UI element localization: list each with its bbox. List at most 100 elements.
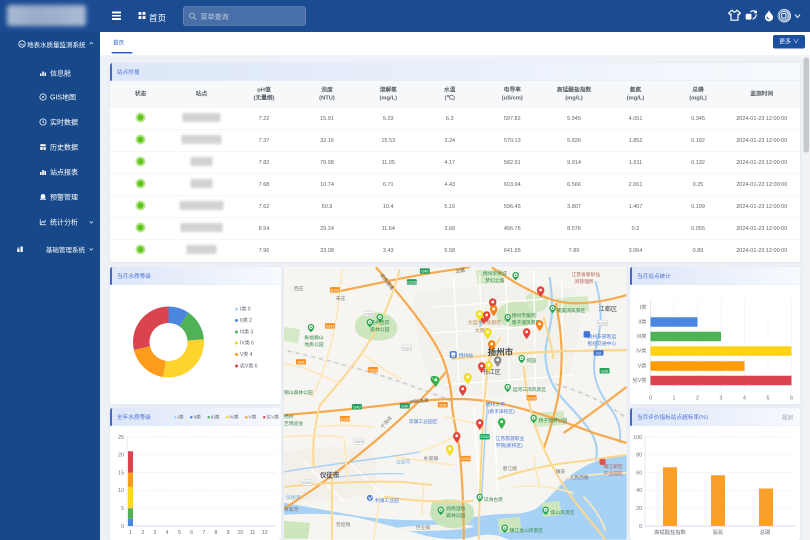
svg-text:利涌工业园: 利涌工业园 (375, 497, 399, 504)
svg-text:5: 5 (178, 530, 181, 536)
svg-text:梦幻之城: 梦幻之城 (485, 277, 504, 284)
svg-text:I类: I类 (640, 303, 647, 311)
svg-text:20: 20 (636, 506, 642, 512)
svg-text:江苏旅游职业: 江苏旅游职业 (496, 435, 525, 442)
svg-text:40: 40 (636, 488, 642, 494)
svg-text:扬州市蜀冈: 扬州市蜀冈 (512, 312, 536, 319)
svg-text:润扬湿地: 润扬湿地 (446, 505, 465, 512)
svg-text:3: 3 (720, 396, 723, 402)
svg-text:S243: S243 (527, 396, 536, 400)
svg-text:镇江新区: 镇江新区 (604, 463, 623, 470)
svg-text:1: 1 (673, 396, 676, 402)
svg-text:100: 100 (633, 435, 642, 441)
svg-text:华旗工业园区: 华旗工业园区 (409, 418, 438, 425)
svg-text:X336: X336 (364, 312, 373, 316)
svg-text:产业园区: 产业园区 (604, 470, 623, 477)
svg-text:S333: S333 (326, 324, 335, 328)
svg-text:艺博览会: 艺博览会 (284, 420, 303, 427)
svg-text:G40: G40 (421, 269, 428, 273)
svg-text:劣V类: 劣V类 (632, 376, 647, 384)
svg-text:扬州大学: 扬州大学 (486, 401, 505, 408)
svg-text:X201: X201 (402, 346, 411, 350)
svg-text:5: 5 (767, 396, 770, 402)
svg-text:邗江区: 邗江区 (483, 368, 501, 376)
svg-text:西庄: 西庄 (294, 285, 304, 292)
svg-text:III类: III类 (637, 332, 647, 340)
svg-text:江苏省紫砂仙: 江苏省紫砂仙 (572, 271, 601, 278)
svg-text:3: 3 (154, 530, 157, 536)
svg-text:11: 11 (250, 530, 256, 536)
svg-text:II类: II类 (638, 318, 647, 326)
svg-text:S28: S28 (601, 369, 608, 373)
svg-text:12: 12 (262, 530, 268, 536)
svg-text:(扬子津校区): (扬子津校区) (488, 408, 515, 415)
svg-text:S353: S353 (368, 368, 377, 372)
svg-text:扬州站: 扬州站 (459, 352, 474, 359)
svg-text:20: 20 (118, 453, 124, 459)
svg-text:S49: S49 (298, 360, 305, 364)
svg-text:镇安: 镇安 (556, 468, 566, 475)
svg-text:茱萸湾风景区: 茱萸湾风景区 (557, 307, 586, 314)
svg-text:氨氮: 氨氮 (713, 528, 724, 536)
svg-text:S352: S352 (303, 481, 312, 485)
svg-text:60: 60 (636, 471, 642, 477)
svg-text:春江路: 春江路 (503, 465, 518, 472)
svg-text:S105: S105 (331, 288, 340, 292)
svg-text:枢纽交通中心: 枢纽交通中心 (588, 340, 617, 347)
svg-text:X202: X202 (598, 321, 607, 325)
svg-text:0: 0 (121, 524, 124, 530)
svg-text:0: 0 (639, 524, 642, 530)
svg-text:扬州: 扬州 (284, 413, 294, 420)
svg-text:朱庄: 朱庄 (336, 295, 346, 302)
svg-text:运河三湾风景区: 运河三湾风景区 (513, 386, 547, 393)
svg-text:G328: G328 (407, 280, 416, 284)
svg-text:10: 10 (237, 530, 243, 536)
svg-text:镇江金山风景区: 镇江金山风景区 (510, 527, 544, 534)
svg-text:学院(新校区): 学院(新校区) (496, 442, 523, 449)
svg-text:焦山风景区: 焦山风景区 (551, 509, 575, 516)
svg-text:人民西路: 人民西路 (570, 474, 589, 481)
svg-text:2: 2 (696, 396, 699, 402)
svg-text:8: 8 (215, 530, 218, 536)
svg-text:2: 2 (141, 530, 144, 536)
svg-text:朴席镇: 朴席镇 (424, 455, 439, 462)
svg-text:6: 6 (790, 396, 793, 402)
svg-text:IV类: IV类 (636, 347, 647, 355)
svg-text:扬州东部客运: 扬州东部客运 (588, 333, 617, 340)
svg-text:15: 15 (118, 471, 124, 477)
svg-text:X303: X303 (354, 440, 363, 444)
svg-text:森林公园: 森林公园 (446, 512, 465, 519)
svg-text:瓜洲古渡: 瓜洲古渡 (484, 496, 503, 503)
svg-text:5: 5 (121, 506, 124, 512)
svg-text:9: 9 (227, 530, 230, 536)
svg-text:80: 80 (636, 453, 642, 459)
svg-text:营船镇: 营船镇 (336, 521, 351, 528)
svg-text:4: 4 (743, 396, 746, 402)
svg-text:闲管理所: 闲管理所 (575, 278, 594, 285)
svg-text:G233: G233 (461, 457, 470, 461)
svg-text:仪扬河: 仪扬河 (286, 494, 301, 501)
svg-text:江都区: 江都区 (599, 305, 618, 313)
svg-text:S332: S332 (480, 435, 489, 439)
svg-text:高锰酸盐指数: 高锰酸盐指数 (654, 528, 686, 536)
svg-text:总磷: 总磷 (760, 528, 771, 536)
svg-text:G2: G2 (596, 351, 601, 355)
svg-text:世业镇: 世业镇 (416, 524, 431, 531)
svg-text:V类: V类 (638, 362, 648, 370)
svg-text:胥家河: 胥家河 (284, 506, 299, 513)
svg-text:4: 4 (166, 530, 169, 536)
svg-text:地质公园: 地质公园 (304, 341, 323, 348)
svg-text:6: 6 (190, 530, 193, 536)
svg-text:扬子颈野公园: 扬子颈野公园 (539, 417, 568, 424)
svg-text:G40: G40 (401, 404, 408, 408)
svg-text:扬州华侨城: 扬州华侨城 (483, 270, 507, 277)
svg-text:G40: G40 (353, 405, 360, 409)
svg-text:25: 25 (118, 435, 124, 441)
svg-text:10: 10 (118, 488, 124, 494)
svg-text:1: 1 (129, 530, 132, 536)
svg-text:7: 7 (202, 530, 205, 536)
svg-text:S125: S125 (340, 417, 349, 421)
svg-text:0: 0 (649, 396, 652, 402)
svg-text:仪征市: 仪征市 (319, 470, 340, 479)
svg-text:何园: 何园 (527, 357, 537, 364)
